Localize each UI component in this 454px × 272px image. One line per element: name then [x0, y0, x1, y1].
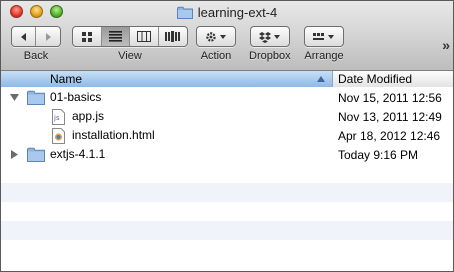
file-name: extjs-4.1.1: [50, 147, 106, 161]
icon-view-icon: [81, 31, 92, 42]
forward-arrow-icon: [46, 32, 51, 41]
disclosure-expanded-icon[interactable]: [10, 94, 19, 102]
js-file-icon: js: [52, 109, 65, 125]
arrange-group: Arrange: [304, 26, 344, 62]
file-date: Nov 13, 2011 12:49: [338, 109, 442, 124]
file-name: app.js: [72, 109, 105, 123]
folder-icon: [27, 147, 45, 162]
date-modified-column-header[interactable]: Date Modified: [333, 71, 453, 87]
arrange-label: Arrange: [304, 50, 344, 62]
gear-icon: [206, 31, 226, 42]
list-item[interactable]: extjs-4.1.1 Today 9:16 PM: [1, 145, 453, 164]
action-label: Action: [200, 50, 232, 62]
dropbox-group: Dropbox: [249, 26, 291, 62]
coverflow-view-button[interactable]: [159, 27, 187, 46]
file-name: installation.html: [72, 128, 155, 142]
file-date: Apr 18, 2012 12:46: [338, 128, 441, 143]
back-label: Back: [23, 50, 49, 62]
file-date: Today 9:16 PM: [338, 147, 419, 162]
folder-icon: [176, 6, 193, 19]
disclosure-collapsed-icon[interactable]: [11, 150, 19, 159]
window-title-text: learning-ext-4: [197, 4, 278, 20]
list-item[interactable]: 01-basics Nov 15, 2011 12:56: [1, 88, 453, 107]
column-view-icon: [136, 31, 151, 42]
coverflow-view-icon: [165, 31, 181, 42]
action-group: Action: [196, 26, 236, 62]
icon-view-button[interactable]: [73, 27, 102, 46]
forward-button[interactable]: [36, 27, 60, 46]
list-item[interactable]: installation.html Apr 18, 2012 12:46: [1, 126, 453, 145]
toolbar: learning-ext-4 Back View Action Dropbox …: [1, 1, 453, 71]
column-view-button[interactable]: [130, 27, 159, 46]
view-label: View: [118, 50, 142, 62]
html-file-icon: [52, 128, 65, 144]
dropbox-icon: [258, 31, 280, 43]
window-title: learning-ext-4: [1, 3, 453, 21]
empty-list-area[interactable]: [1, 164, 453, 259]
back-arrow-icon: [20, 32, 26, 41]
back-forward-group: Back: [11, 26, 61, 62]
sort-ascending-icon: [317, 76, 325, 82]
dropbox-label: Dropbox: [249, 50, 291, 62]
arrange-icon: [313, 32, 334, 40]
file-date: Nov 15, 2011 12:56: [338, 90, 442, 105]
back-button[interactable]: [12, 27, 37, 46]
name-column-header[interactable]: Name: [1, 71, 333, 87]
svg-text:js: js: [53, 114, 60, 122]
dropbox-button[interactable]: [251, 27, 289, 46]
file-name: 01-basics: [50, 90, 102, 104]
list-header: Name Date Modified: [1, 71, 453, 87]
date-modified-column-label: Date Modified: [338, 72, 413, 86]
toolbar-overflow-chevron-icon[interactable]: »: [442, 37, 450, 53]
list-item[interactable]: js app.js Nov 13, 2011 12:49: [1, 107, 453, 126]
action-button[interactable]: [197, 27, 235, 46]
view-group: View: [72, 26, 188, 62]
file-list: 01-basics Nov 15, 2011 12:56 js app.js N…: [1, 88, 453, 164]
name-column-label: Name: [50, 72, 83, 86]
finder-window: learning-ext-4 Back View Action Dropbox …: [0, 0, 454, 272]
list-view-icon: [108, 31, 122, 42]
folder-icon: [27, 90, 45, 105]
list-view-button[interactable]: [101, 27, 130, 46]
arrange-button[interactable]: [305, 27, 343, 46]
